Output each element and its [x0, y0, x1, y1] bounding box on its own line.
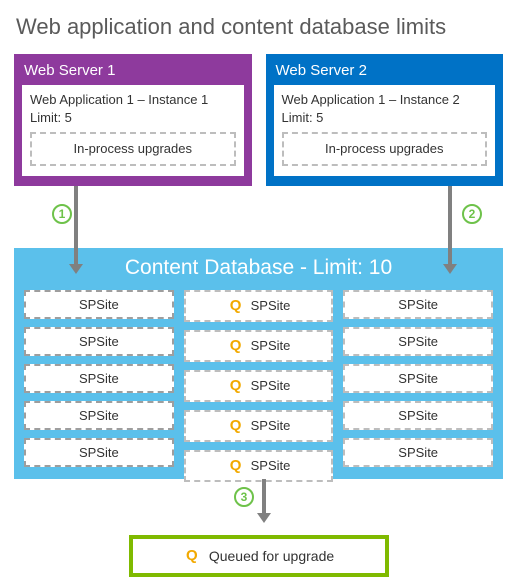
- web-server-1-title: Web Server 1: [24, 62, 242, 79]
- inprocess-upgrades-box-1: In-process upgrades: [30, 132, 236, 166]
- spsite-cell-queued: Q SPSite: [184, 330, 334, 362]
- step-marker-3: 3: [234, 487, 254, 507]
- spsite-label: SPSite: [79, 408, 119, 423]
- spsite-label: SPSite: [398, 445, 438, 460]
- content-database: Content Database - Limit: 10 SPSite SPSi…: [14, 248, 503, 479]
- inprocess-upgrades-box-2: In-process upgrades: [282, 132, 488, 166]
- web-server-2: Web Server 2 Web Application 1 – Instanc…: [266, 54, 504, 186]
- step-marker-1: 1: [52, 204, 72, 224]
- spsite-col-left: SPSite SPSite SPSite SPSite SPSite: [24, 290, 174, 467]
- spsite-cell: SPSite: [24, 327, 174, 356]
- web-server-2-title: Web Server 2: [276, 62, 494, 79]
- step-marker-2: 2: [462, 204, 482, 224]
- spsite-label: SPSite: [251, 418, 291, 433]
- spsite-col-mid: QSPSite QSPSite QSPSite QSPSite QSPSite: [184, 290, 334, 352]
- web-server-2-body: Web Application 1 – Instance 2 Limit: 5 …: [274, 85, 496, 176]
- spsite-label: SPSite: [79, 334, 119, 349]
- spsite-label: SPSite: [251, 458, 291, 473]
- spsite-label: SPSite: [398, 371, 438, 386]
- queued-icon: Q: [227, 337, 245, 355]
- spsite-cell: SPSite: [343, 364, 493, 393]
- spsite-label: SPSite: [79, 297, 119, 312]
- spsite-cell: SPSite: [343, 401, 493, 430]
- queued-icon: Q: [227, 377, 245, 395]
- spsite-label: SPSite: [398, 408, 438, 423]
- spsite-label: SPSite: [398, 297, 438, 312]
- web-app-2-instance-label: Web Application 1 – Instance 2: [282, 91, 488, 109]
- queued-legend-box: Q Queued for upgrade: [129, 535, 389, 577]
- spsite-label: SPSite: [79, 445, 119, 460]
- web-server-1-body: Web Application 1 – Instance 1 Limit: 5 …: [22, 85, 244, 176]
- spsite-label: SPSite: [398, 334, 438, 349]
- queued-icon: Q: [227, 457, 245, 475]
- spsite-cell-queued: Q SPSite: [184, 450, 334, 482]
- arrows-top-area: 1 2: [10, 186, 507, 248]
- spsite-cell-queued: Q SPSite: [184, 290, 334, 322]
- queued-icon: Q: [227, 297, 245, 315]
- spsite-cell: SPSite: [24, 401, 174, 430]
- spsite-cell: SPSite: [24, 364, 174, 393]
- spsite-columns: SPSite SPSite SPSite SPSite SPSite Q SPSi…: [24, 290, 493, 467]
- content-database-title: Content Database - Limit: 10: [24, 256, 493, 280]
- spsite-cell: SPSite: [24, 438, 174, 467]
- spsite-cell: SPSite: [24, 290, 174, 319]
- queued-icon: Q: [183, 547, 201, 565]
- spsite-cell-queued: Q SPSite: [184, 370, 334, 402]
- spsite-col-right: SPSite SPSite SPSite SPSite SPSite: [343, 290, 493, 467]
- arrows-bottom-area: 3: [10, 479, 507, 535]
- spsite-label: SPSite: [251, 298, 291, 313]
- spsite-label: SPSite: [251, 338, 291, 353]
- spsite-cell: SPSite: [343, 290, 493, 319]
- queued-icon: Q: [227, 417, 245, 435]
- web-servers-row: Web Server 1 Web Application 1 – Instanc…: [10, 54, 507, 186]
- web-server-1: Web Server 1 Web Application 1 – Instanc…: [14, 54, 252, 186]
- spsite-cell: SPSite: [343, 327, 493, 356]
- web-app-1-limit-label: Limit: 5: [30, 109, 236, 127]
- spsite-label: SPSite: [79, 371, 119, 386]
- page-title: Web application and content database lim…: [16, 14, 507, 40]
- spsite-cell: SPSite: [343, 438, 493, 467]
- web-app-2-limit-label: Limit: 5: [282, 109, 488, 127]
- web-app-1-instance-label: Web Application 1 – Instance 1: [30, 91, 236, 109]
- spsite-label: SPSite: [251, 378, 291, 393]
- spsite-cell-queued: Q SPSite: [184, 410, 334, 442]
- queued-legend-label: Queued for upgrade: [209, 548, 334, 564]
